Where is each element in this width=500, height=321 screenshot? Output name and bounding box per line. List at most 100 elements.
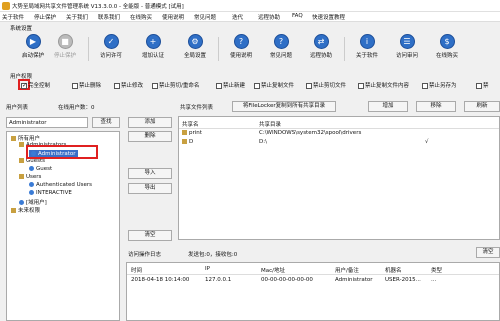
perm-no-copy-file[interactable]: 禁止复制文件: [254, 81, 294, 89]
checkbox-icon[interactable]: ✓: [21, 82, 27, 89]
perm-no-copy-content[interactable]: 禁止复制文件内容: [358, 81, 409, 89]
perm-no-cut-rename[interactable]: 禁止剪切/重命名: [152, 81, 199, 89]
log-cell-user: Administrator: [335, 277, 373, 283]
user-icon: [29, 182, 34, 187]
copy-filelocker-button[interactable]: 将FileLocker复制到所有共享目录: [232, 101, 336, 112]
perm-full-control[interactable]: ✓完全控制: [21, 81, 50, 89]
menu-quick-setup[interactable]: 快速设置教程: [312, 13, 345, 21]
add-user-button[interactable]: 添加: [128, 117, 172, 128]
online-user-count: 在线用户数：0: [58, 105, 95, 111]
checkbox-icon[interactable]: [476, 82, 482, 89]
perm-no-delete[interactable]: 禁止删除: [72, 81, 101, 89]
clear-users-button[interactable]: 清空: [128, 230, 172, 241]
faq-button[interactable]: ? 常见问题: [264, 33, 298, 65]
perm-no-save-as[interactable]: 禁止另存为: [422, 81, 457, 89]
menu-about-us[interactable]: 关于我们: [66, 13, 88, 21]
col-type: 类型: [431, 268, 443, 274]
menu-usage[interactable]: 使用说明: [162, 13, 184, 21]
checkbox-icon[interactable]: [306, 82, 312, 89]
menu-faq[interactable]: FAQ: [292, 13, 303, 19]
remote-icon: ⇄: [313, 34, 329, 49]
cart-icon: $: [439, 34, 455, 49]
share-row-name[interactable]: print: [182, 130, 202, 136]
menu-about-software[interactable]: 关于软件: [2, 13, 24, 21]
folder-icon: [182, 130, 187, 135]
tree-node-authenticated-users[interactable]: Authenticated Users: [29, 182, 92, 188]
add-auth-button[interactable]: + 增加认证: [136, 33, 170, 65]
perm-no-create[interactable]: 禁止新建: [216, 81, 245, 89]
user-icon: [29, 166, 34, 171]
audit-icon: ☰: [399, 34, 415, 49]
title-bar: 大势至局域网共享文件管理系统 V13.3.0.0 - 全能版 - 普通模式 [试…: [0, 0, 500, 12]
share-row-path: C:\WINDOWS\system32\spool\drivers: [259, 130, 362, 136]
menu-contact-us[interactable]: 联系我们: [98, 13, 120, 21]
checkbox-icon[interactable]: [422, 82, 428, 89]
export-button[interactable]: 导出: [128, 183, 172, 194]
menu-faq-cn[interactable]: 常见问题: [194, 13, 216, 21]
menu-buy-online[interactable]: 在线购买: [130, 13, 152, 21]
log-label: 访问操作日志: [128, 252, 162, 258]
folder-icon: [19, 158, 24, 163]
col-share-name: 共享名: [182, 122, 199, 128]
add-share-button[interactable]: 增加: [368, 101, 408, 112]
perm-no-cut-file[interactable]: 禁止剪切文件: [306, 81, 346, 89]
remove-share-button[interactable]: 移除: [416, 101, 456, 112]
menu-remote-assist[interactable]: 远程协助: [258, 13, 280, 21]
import-button[interactable]: 导入: [128, 168, 172, 179]
checkbox-icon[interactable]: [254, 82, 260, 89]
checkbox-icon[interactable]: [216, 82, 222, 89]
checkbox-icon[interactable]: [72, 82, 78, 89]
tree-node-interactive[interactable]: INTERACTIVE: [29, 190, 72, 196]
start-protect-button[interactable]: ▶ 启动保护: [16, 33, 50, 65]
toolbar: ▶ 启动保护 ■ 停止保护 ✓ 访问许可 + 增加认证 ⚙ 全局设置 ? 使用说明 ? 常见问…: [6, 33, 500, 65]
tree-node-future[interactable]: 未来权限: [11, 206, 40, 214]
clear-log-button[interactable]: 清空: [476, 247, 500, 258]
share-row-check: √: [425, 139, 429, 145]
delete-user-button[interactable]: 删除: [128, 131, 172, 142]
auth-icon: +: [145, 34, 161, 49]
log-cell-ip: 127.0.0.1: [205, 277, 232, 283]
header-divider: [127, 274, 499, 275]
tree-node-domain-users[interactable]: [域用户]: [19, 198, 47, 206]
start-icon: ▶: [25, 34, 41, 49]
tree-node-users[interactable]: Users: [19, 174, 41, 180]
col-mac: Mac/地址: [261, 268, 285, 274]
access-permission-button[interactable]: ✓ 访问许可: [94, 33, 128, 65]
user-icon: [19, 200, 24, 205]
folder-icon: [19, 142, 24, 147]
tree-node-guest[interactable]: Guest: [29, 166, 52, 172]
app-icon: [2, 2, 10, 10]
menu-stop-protect[interactable]: 停止保护: [34, 13, 56, 21]
permission-row: ✓完全控制 禁止删除 禁止修改 禁止剪切/重命名 禁止新建 禁止复制文件 禁止剪…: [10, 79, 500, 92]
folder-icon: [182, 139, 187, 144]
checkbox-icon[interactable]: [114, 82, 120, 89]
menu-options[interactable]: 迭代: [232, 13, 243, 21]
perm-no-modify[interactable]: 禁止修改: [114, 81, 143, 89]
search-button[interactable]: 查找: [92, 117, 120, 128]
tree-node-all-users[interactable]: 所有用户: [11, 134, 40, 142]
menu-bar: 关于软件 停止保护 关于我们 联系我们 在线购买 使用说明 常见问题 迭代 远程…: [0, 12, 500, 22]
perm-more[interactable]: 禁: [476, 81, 489, 89]
remote-assist-button[interactable]: ⇄ 远程协助: [304, 33, 338, 65]
folder-icon: [11, 208, 16, 213]
about-software-button[interactable]: i 关于软件: [350, 33, 384, 65]
checkbox-icon[interactable]: [358, 82, 364, 89]
help-icon: ?: [233, 34, 249, 49]
share-row-name[interactable]: D: [182, 139, 193, 145]
folder-icon: [11, 136, 16, 141]
buy-online-button[interactable]: $ 在线购买: [430, 33, 464, 65]
col-ip: IP: [205, 266, 210, 272]
toolbar-divider: [344, 37, 345, 61]
checkbox-icon[interactable]: [152, 82, 158, 89]
user-icon: [29, 190, 34, 195]
system-settings-label: 系统设置: [10, 26, 33, 32]
col-user: 用户/备注: [335, 268, 359, 274]
access-audit-button[interactable]: ☰ 访问审问: [390, 33, 424, 65]
col-host: 机器名: [385, 268, 402, 274]
user-search-input[interactable]: Administrator: [6, 117, 88, 128]
usage-guide-button[interactable]: ? 使用说明: [224, 33, 258, 65]
header-divider: [179, 128, 499, 129]
global-settings-button[interactable]: ⚙ 全局设置: [178, 33, 212, 65]
refresh-share-button[interactable]: 刷新: [464, 101, 500, 112]
shares-label: 共享文件列表: [180, 105, 214, 111]
